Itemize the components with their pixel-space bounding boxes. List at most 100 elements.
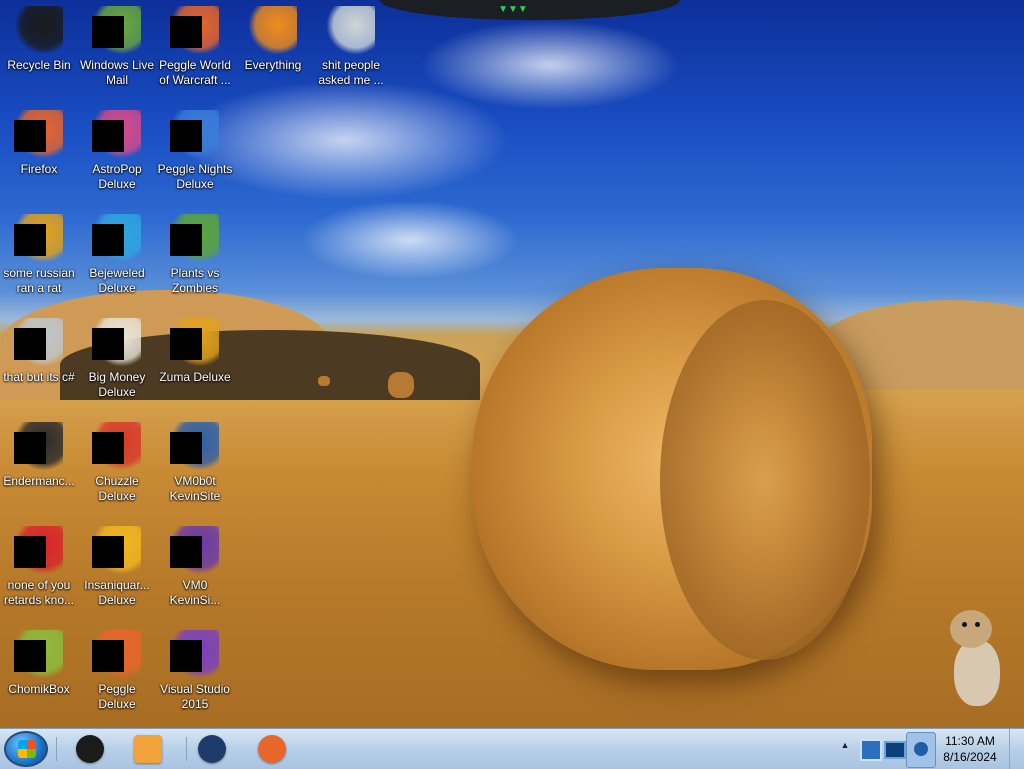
desktop-icon-label: Chuzzle Deluxe <box>95 474 139 503</box>
desktop-icon[interactable]: Windows Live Mail <box>78 0 156 88</box>
redaction-box <box>170 432 202 464</box>
media-player-icon[interactable] <box>120 731 178 767</box>
desktop-icon-label: Windows Live Mail <box>79 58 155 87</box>
desktop-icon-label: ChomikBox <box>8 682 70 696</box>
hay-bale-face <box>660 300 870 660</box>
redaction-box <box>14 224 46 256</box>
redaction-box <box>14 640 46 672</box>
redaction-box <box>14 432 46 464</box>
redaction-box <box>170 16 202 48</box>
desktop-icon-label: Firefox <box>20 162 58 176</box>
desktop-icon-label: AstroPop Deluxe <box>92 162 142 191</box>
desktop-icon-label: shit people asked me ... <box>318 58 384 87</box>
hamster-icon <box>14 630 63 678</box>
taskbar-separator <box>186 737 187 761</box>
redaction-box <box>14 120 46 152</box>
recycle-bin-icon <box>15 6 63 54</box>
desktop-icon[interactable]: VM0 KevinSi... <box>156 520 234 608</box>
small-hay-bale <box>318 376 330 386</box>
desktop-icon[interactable]: Zuma Deluxe <box>156 312 234 385</box>
taskbar-app-glyph <box>198 735 226 763</box>
firefox-icon[interactable] <box>244 731 302 767</box>
redaction-box <box>92 224 124 256</box>
redaction-box <box>14 536 46 568</box>
terminal-icon <box>14 422 63 470</box>
desktop-icon[interactable]: that but its c# <box>0 312 78 385</box>
desktop-icon[interactable]: Endermanc... <box>0 416 78 489</box>
desktop-icon[interactable]: Bejeweled Deluxe <box>78 208 156 296</box>
desktop-icon[interactable]: VM0b0t KevinSite <box>156 416 234 504</box>
desktop-icon[interactable]: Firefox <box>0 104 78 177</box>
display-icon[interactable] <box>884 741 906 759</box>
opera-icon <box>14 526 63 574</box>
peggle-icon <box>170 6 219 54</box>
redaction-box <box>170 536 202 568</box>
media-center-icon[interactable] <box>62 731 120 767</box>
show-hidden-icons-button[interactable]: ▲ <box>838 740 852 750</box>
shortcut-icon <box>14 214 63 262</box>
desktop-icon[interactable]: shit people asked me ... <box>312 0 390 88</box>
desktop-icon-label: Big Money Deluxe <box>88 370 146 399</box>
hamster-gadget-icon[interactable] <box>942 606 1004 706</box>
desktop-icon-label: none of you retards kno... <box>3 578 75 607</box>
clock-time[interactable]: 11:30 AM <box>938 734 1002 748</box>
redaction-box <box>170 224 202 256</box>
mail-icon <box>92 6 141 54</box>
desktop-icon[interactable]: Insaniquar... Deluxe <box>78 520 156 608</box>
network-icon[interactable] <box>860 739 882 761</box>
desktop-icon-label: that but its c# <box>3 370 75 384</box>
desktop-icon[interactable]: AstroPop Deluxe <box>78 104 156 192</box>
desktop-icon[interactable]: Peggle Deluxe <box>78 624 156 712</box>
desktop-icon[interactable]: Peggle World of Warcraft ... <box>156 0 234 88</box>
gem-icon <box>92 214 141 262</box>
redaction-box <box>92 16 124 48</box>
redaction-box <box>170 328 202 360</box>
windows-start-icon[interactable] <box>4 731 48 767</box>
desktop-icon-label: Insaniquar... Deluxe <box>84 578 150 607</box>
desktop-icon[interactable]: none of you retards kno... <box>0 520 78 608</box>
desktop-icon[interactable]: Peggle Nights Deluxe <box>156 104 234 192</box>
frog-icon <box>170 318 219 366</box>
desktop-icon-label: Everything <box>244 58 302 72</box>
desktop-icon-label: Visual Studio 2015 <box>160 682 230 711</box>
redaction-box <box>92 328 124 360</box>
desktop-icon[interactable]: Plants vs Zombies <box>156 208 234 296</box>
redaction-box <box>92 640 124 672</box>
app-icon[interactable] <box>906 732 936 768</box>
desktop-icon[interactable]: Recycle Bin <box>0 0 78 73</box>
desktop-icon[interactable]: Visual Studio 2015 <box>156 624 234 712</box>
redaction-box <box>92 432 124 464</box>
desktop-icon-label: Endermanc... <box>3 474 75 488</box>
fish-icon <box>92 526 141 574</box>
desktop-icon-label: Recycle Bin <box>7 58 71 72</box>
desktop-icon-label: VM0 KevinSi... <box>169 578 221 607</box>
desktop-icon[interactable]: some russian ran a rat <box>0 208 78 296</box>
desktop-icon-label: Plants vs Zombies <box>170 266 220 295</box>
visual-studio-icon <box>170 630 219 678</box>
show-desktop-button[interactable] <box>1009 729 1024 769</box>
desktop-icon[interactable]: ChomikBox <box>0 624 78 697</box>
document-icon <box>14 318 63 366</box>
desktop-icon-label: Peggle Deluxe <box>98 682 136 711</box>
search-icon <box>249 6 297 54</box>
game-icon <box>92 110 141 158</box>
taskbar-app-glyph <box>258 735 286 763</box>
small-hay-bale <box>388 372 414 398</box>
peggle-icon <box>170 110 219 158</box>
firefox-icon <box>14 110 63 158</box>
desktop-icon[interactable]: Chuzzle Deluxe <box>78 416 156 504</box>
clock-date[interactable]: 8/16/2024 <box>938 750 1002 764</box>
desktop-icon[interactable]: Big Money Deluxe <box>78 312 156 400</box>
taskbar-app-glyph <box>134 735 162 763</box>
taskbar-separator <box>56 737 57 761</box>
desktop-icon[interactable]: Everything <box>234 0 312 73</box>
money-icon <box>92 318 141 366</box>
monitor-icon <box>170 422 219 470</box>
chuzzle-icon <box>92 422 141 470</box>
folder-icon <box>327 6 375 54</box>
vs-icon <box>170 526 219 574</box>
desktop-icon-label: Zuma Deluxe <box>159 370 231 384</box>
redaction-box <box>92 120 124 152</box>
globe-icon[interactable] <box>184 731 242 767</box>
taskbar-app-glyph <box>76 735 104 763</box>
